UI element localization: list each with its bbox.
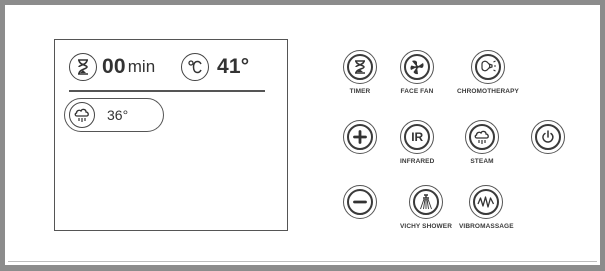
chromotherapy-button-circle[interactable] <box>470 50 505 84</box>
timer-button[interactable]: TIMER <box>343 50 377 95</box>
vichy-shower-button[interactable]: VICHY SHOWER <box>400 185 452 230</box>
face-fan-label: FACE FAN <box>400 88 434 95</box>
steam-indicator: 36° <box>64 98 164 132</box>
infrared-button-circle[interactable]: IR <box>400 120 435 154</box>
timer-label: TIMER <box>349 88 371 95</box>
chromotherapy-button[interactable]: CHROMOTHERAPY <box>457 50 519 95</box>
vibromassage-button-circle[interactable] <box>469 185 504 219</box>
temperature-value: 41° <box>217 55 250 78</box>
vibromassage-label: VIBROMASSAGE <box>459 223 514 230</box>
frame-edge-right <box>600 0 605 271</box>
plus-icon <box>347 124 373 150</box>
display-screen: 00 min 41° 36° <box>54 39 288 231</box>
steam-cloud-icon <box>69 102 95 128</box>
minus-icon <box>347 189 373 215</box>
frame-inner-line <box>8 261 597 262</box>
face-fan-button[interactable]: FACE FAN <box>400 50 434 95</box>
vichy-shower-label: VICHY SHOWER <box>400 223 453 230</box>
shower-icon <box>413 189 439 215</box>
plus-button-circle[interactable] <box>343 120 377 154</box>
steam-button-circle[interactable] <box>465 120 499 154</box>
vibromassage-button[interactable]: VIBROMASSAGE <box>459 185 514 230</box>
ir-icon-text: IR <box>411 130 424 144</box>
wave-icon <box>473 189 500 215</box>
fan-icon <box>404 54 430 80</box>
power-button[interactable] <box>531 120 565 154</box>
infrared-label: INFRARED <box>400 158 435 165</box>
frame-edge-bottom <box>0 265 605 271</box>
frame-edge-left <box>0 0 5 271</box>
minus-button[interactable] <box>343 185 377 219</box>
temperature-status: 41° <box>181 51 249 83</box>
steam-cloud-icon <box>469 124 495 150</box>
frame-edge-top <box>0 0 605 5</box>
plus-button[interactable] <box>343 120 377 154</box>
hourglass-icon <box>69 53 97 81</box>
timer-unit: min <box>127 57 156 76</box>
timer-value: 00 <box>102 55 126 78</box>
timer-status: 00 min <box>69 51 155 83</box>
ir-icon: IR <box>404 124 431 150</box>
light-bulb-icon <box>474 54 501 80</box>
steam-temperature: 36° <box>107 107 129 123</box>
display-divider <box>69 90 265 92</box>
minus-button-circle[interactable] <box>343 185 377 219</box>
timer-button-circle[interactable] <box>343 50 377 84</box>
power-icon <box>535 124 561 150</box>
vichy-shower-button-circle[interactable] <box>409 185 443 219</box>
celsius-icon <box>181 53 209 81</box>
face-fan-button-circle[interactable] <box>400 50 434 84</box>
power-button-circle[interactable] <box>531 120 565 154</box>
hourglass-icon <box>347 54 373 80</box>
steam-button[interactable]: STEAM <box>465 120 499 165</box>
infrared-button[interactable]: IR INFRARED <box>400 120 434 165</box>
chromotherapy-label: CHROMOTHERAPY <box>457 88 519 95</box>
steam-label: STEAM <box>470 158 494 165</box>
